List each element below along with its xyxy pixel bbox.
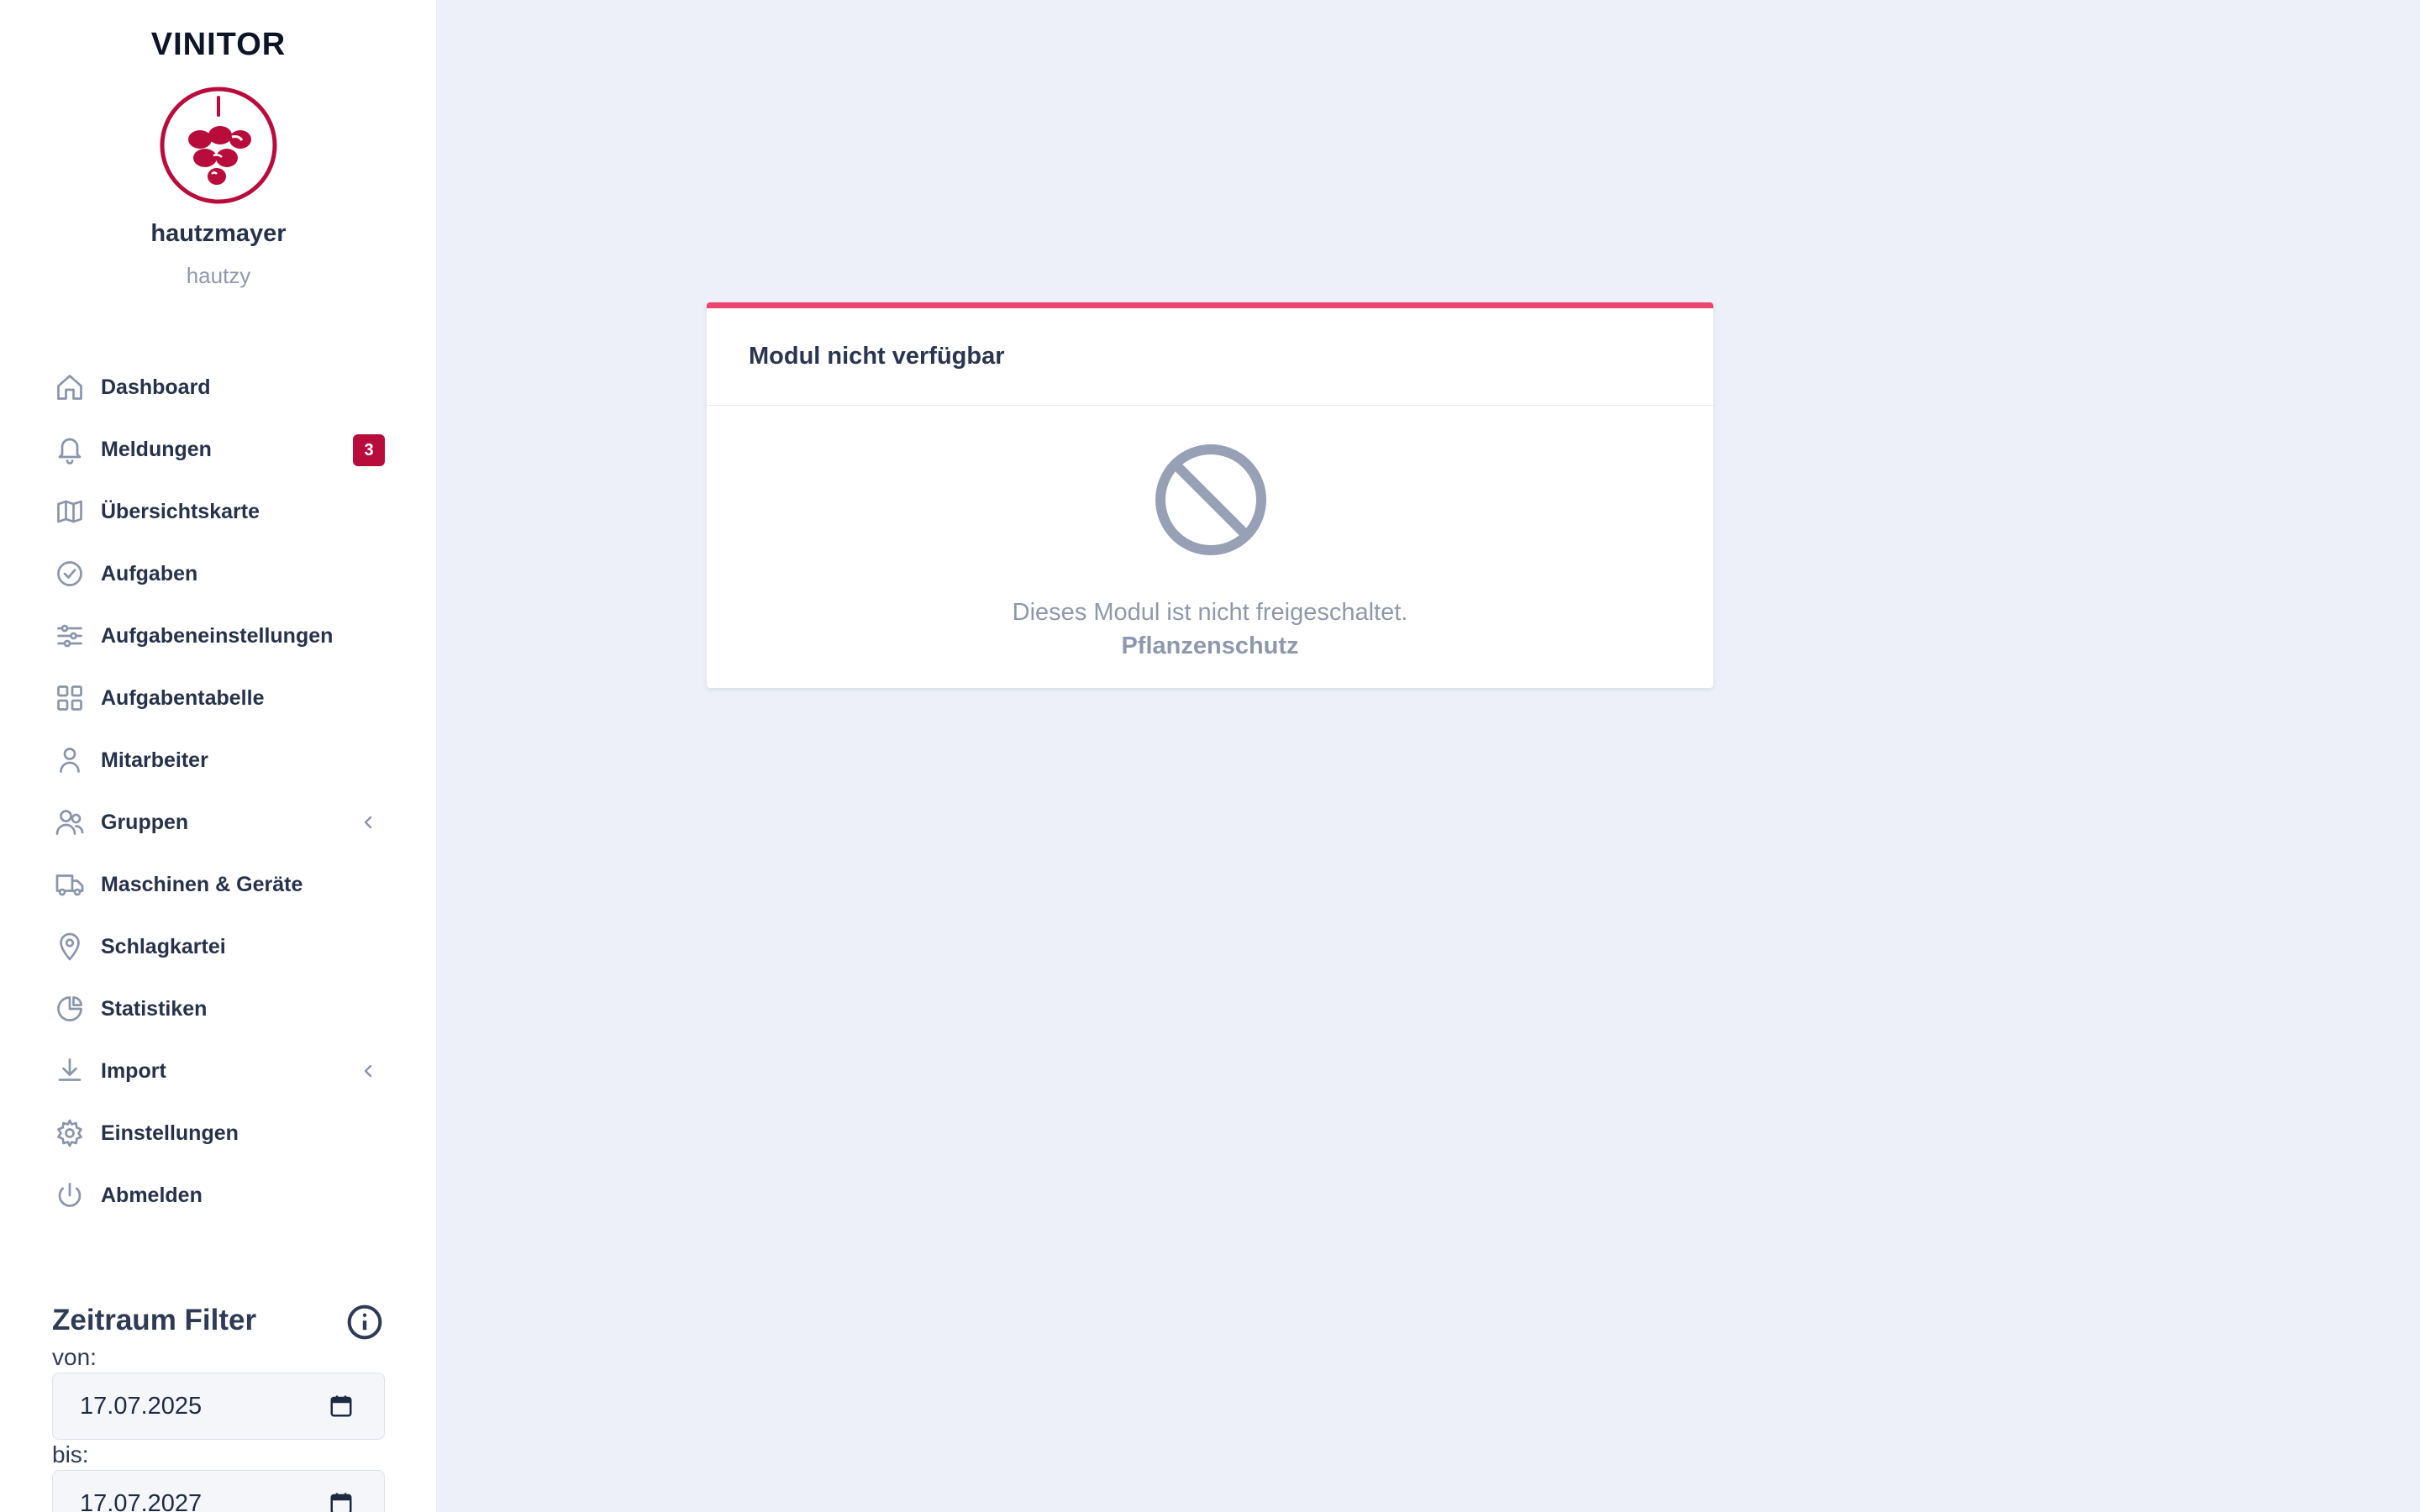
filter-title: Zeitraum Filter [52,1304,257,1336]
module-name: Pflanzenschutz [1121,633,1299,659]
home-icon [52,370,87,405]
sliders-icon [52,618,87,654]
gear-icon [52,1116,87,1151]
sidebar-item-aufgabentabelle[interactable]: Aufgabentabelle [52,667,385,729]
to-label: bis: [52,1441,89,1467]
sidebar-nav: Dashboard Meldungen 3 Übersichtskarte Au… [52,356,385,1226]
check-circle-icon [52,556,87,591]
user-icon [52,743,87,778]
sidebar-item-label: Meldungen [101,437,212,461]
sidebar-item-label: Mitarbeiter [101,748,208,772]
sidebar-item-mitarbeiter[interactable]: Mitarbeiter [52,729,385,791]
sidebar-item-label: Übersichtskarte [101,499,260,523]
sidebar-item-gruppen[interactable]: Gruppen [52,791,385,853]
grape-logo [160,87,277,204]
sidebar-item-label: Dashboard [101,375,211,399]
chevron-left-icon[interactable] [358,812,378,832]
sidebar-item-label: Aufgabentabelle [101,685,265,710]
ban-icon [1154,443,1268,557]
card-body: Dieses Modul ist nicht freigeschaltet. P… [707,406,1713,688]
download-icon [52,1053,87,1089]
card-message: Dieses Modul ist nicht freigeschaltet. [1012,599,1408,626]
user-handle: hautzy [186,263,251,288]
sidebar-item-aufgabeneinstellungen[interactable]: Aufgabeneinstellungen [52,605,385,667]
from-date-input[interactable]: 17.07.2025 [52,1373,385,1440]
app-title: VINITOR [150,27,287,62]
map-pin-icon [52,929,87,964]
sidebar-item-aufgaben[interactable]: Aufgaben [52,543,385,605]
pie-chart-icon [52,991,87,1026]
sidebar-item-label: Schlagkartei [101,934,226,958]
sidebar: VINITOR hautzmayer hautzy Dashboard Meld… [0,0,437,1512]
sidebar-item-statistiken[interactable]: Statistiken [52,978,385,1040]
sidebar-item-label: Maschinen & Geräte [101,872,303,896]
power-icon [52,1178,87,1213]
sidebar-item-einstellungen[interactable]: Einstellungen [52,1102,385,1164]
sidebar-item-schlagkartei[interactable]: Schlagkartei [52,916,385,978]
to-date-value: 17.07.2027 [80,1489,203,1512]
sidebar-item-label: Import [101,1058,166,1083]
bell-icon [52,432,87,467]
sidebar-item-maschinen[interactable]: Maschinen & Geräte [52,853,385,916]
notification-badge: 3 [353,434,385,466]
chevron-left-icon[interactable] [358,1061,378,1081]
sidebar-item-label: Gruppen [101,810,189,834]
map-icon [52,494,87,529]
sidebar-item-meldungen[interactable]: Meldungen 3 [52,418,385,480]
sidebar-item-import[interactable]: Import [52,1040,385,1102]
card-accent-bar [707,302,1713,308]
user-name: hautzmayer [150,220,287,247]
sidebar-item-label: Aufgaben [101,561,198,585]
sidebar-item-label: Aufgabeneinstellungen [101,623,334,648]
sidebar-item-dashboard[interactable]: Dashboard [52,356,385,418]
from-label: von: [52,1344,97,1370]
grid-icon [52,680,87,716]
users-icon [52,805,87,840]
sidebar-item-label: Statistiken [101,996,208,1021]
sidebar-item-label: Einstellungen [101,1121,239,1145]
module-unavailable-card: Modul nicht verfügbar Dieses Modul ist n… [707,302,1713,688]
from-date-value: 17.07.2025 [80,1392,203,1420]
calendar-icon[interactable] [329,1491,354,1512]
sidebar-item-uebersichtskarte[interactable]: Übersichtskarte [52,480,385,543]
card-title: Modul nicht verfügbar [707,308,1713,406]
sidebar-item-abmelden[interactable]: Abmelden [52,1164,385,1226]
calendar-icon[interactable] [329,1394,354,1419]
sidebar-item-label: Abmelden [101,1183,203,1207]
to-date-input[interactable]: 17.07.2027 [52,1470,385,1512]
truck-icon [52,867,87,902]
info-icon[interactable] [346,1304,383,1341]
